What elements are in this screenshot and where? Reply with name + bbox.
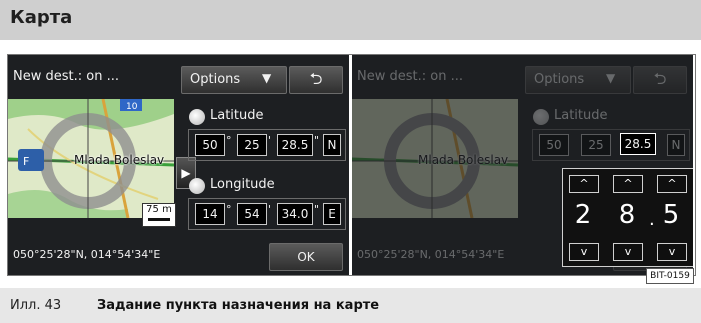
chevron-down-icon: v	[580, 245, 588, 258]
spinner-digit-2: 8	[618, 200, 636, 230]
spinner-digit-3: 5	[662, 200, 680, 230]
latitude-minutes-field[interactable]: 25	[237, 134, 267, 156]
spinner-digit-1: 2	[574, 200, 592, 230]
degree-sign: °	[226, 134, 232, 147]
digit1-down-button[interactable]: v	[569, 243, 599, 261]
minute-sign: '	[268, 203, 272, 216]
chevron-down-icon: v	[668, 245, 676, 258]
digit3-down-button[interactable]: v	[657, 243, 687, 261]
scale-value: 75 m	[146, 204, 172, 215]
map-town-label: Mlada Boleslav	[74, 153, 165, 167]
degree-sign: °	[226, 203, 232, 216]
digit3-up-button[interactable]: ^	[657, 175, 687, 193]
section-header: Карта	[0, 0, 701, 40]
caption-text: Задание пункта назначения на карте	[97, 298, 380, 313]
digit-spinner: ^ ^ ^ 2 8 . 5 v v v	[562, 168, 693, 267]
chevron-down-icon: v	[624, 245, 632, 258]
caption-number: Илл. 43	[10, 298, 62, 313]
map-town-label: Mlada Boleslav	[418, 153, 509, 167]
chevron-down-icon: ▼	[606, 71, 616, 85]
longitude-hemisphere-field[interactable]: E	[323, 203, 341, 225]
latitude-hemisphere-field[interactable]: N	[323, 134, 341, 156]
map-view[interactable]: 10 F Mlada Boleslav	[8, 99, 174, 218]
options-label: Options	[534, 72, 585, 87]
digit2-up-button[interactable]: ^	[613, 175, 643, 193]
globe-icon	[533, 109, 549, 125]
coordinates-readout: 050°25'28"N, 014°54'34"E	[357, 248, 505, 261]
second-sign: "	[314, 203, 320, 216]
road-number: 10	[126, 102, 138, 112]
scale-bar	[148, 218, 170, 221]
screen-title: New dest.: on ...	[13, 69, 119, 84]
latitude-label: Latitude	[554, 108, 608, 123]
latitude-row: 50 25 N	[532, 129, 690, 161]
longitude-minutes-field[interactable]: 54	[237, 203, 267, 225]
latitude-row: 50 ° 25 ' 28.5 " N	[188, 129, 346, 161]
screen-title: New dest.: on ...	[357, 69, 463, 84]
options-label: Options	[190, 72, 241, 87]
digit1-up-button[interactable]: ^	[569, 175, 599, 193]
latitude-label: Latitude	[210, 108, 264, 123]
chevron-up-icon: ^	[623, 177, 633, 190]
chevron-up-icon: ^	[579, 177, 589, 190]
longitude-degrees-field[interactable]: 14	[195, 203, 225, 225]
latitude-seconds-field[interactable]: 28.5	[277, 134, 313, 156]
options-button[interactable]: Options ▼	[181, 66, 287, 94]
chevron-down-icon: ▼	[262, 71, 272, 85]
latitude-degrees-field[interactable]: 50	[195, 134, 225, 156]
coordinates-readout: 050°25'28"N, 014°54'34"E	[13, 248, 161, 261]
options-button: Options ▼	[525, 66, 631, 94]
section-title: Карта	[10, 7, 73, 28]
latitude-degrees-field: 50	[539, 134, 569, 156]
longitude-row: 14 ° 54 ' 34.0 " E	[188, 198, 346, 230]
return-arrow-icon[interactable]: ⮌	[289, 66, 343, 94]
globe-icon	[189, 109, 205, 125]
minute-sign: '	[268, 134, 272, 147]
second-sign: "	[314, 134, 320, 147]
map-scale: 75 m	[142, 203, 176, 227]
infotainment-screen-right: New dest.: on ... Options ▼ ⮌ Mlada Bole…	[352, 55, 693, 275]
digit2-down-button[interactable]: v	[613, 243, 643, 261]
latitude-seconds-field-active[interactable]: 28.5	[620, 133, 656, 155]
longitude-seconds-field[interactable]: 34.0	[277, 203, 313, 225]
decimal-separator: .	[649, 209, 655, 230]
latitude-hemisphere-field: N	[667, 134, 685, 156]
map-view: Mlada Boleslav	[352, 99, 518, 218]
ok-button[interactable]: OK	[269, 243, 343, 271]
svg-text:F: F	[23, 155, 29, 168]
latitude-minutes-field: 25	[581, 134, 611, 156]
figure-id-tag: BIT-0159	[646, 268, 694, 284]
figure-frame: New dest.: on ... Options ▼ ⮌ 10 F Mlada…	[7, 54, 696, 276]
infotainment-screen-left: New dest.: on ... Options ▼ ⮌ 10 F Mlada…	[8, 55, 349, 275]
figure-caption: Илл. 43 Задание пункта назначения на кар…	[0, 288, 701, 323]
longitude-label: Longitude	[210, 177, 275, 192]
globe-icon	[189, 178, 205, 194]
return-arrow-icon: ⮌	[633, 66, 687, 94]
chevron-up-icon: ^	[667, 177, 677, 190]
